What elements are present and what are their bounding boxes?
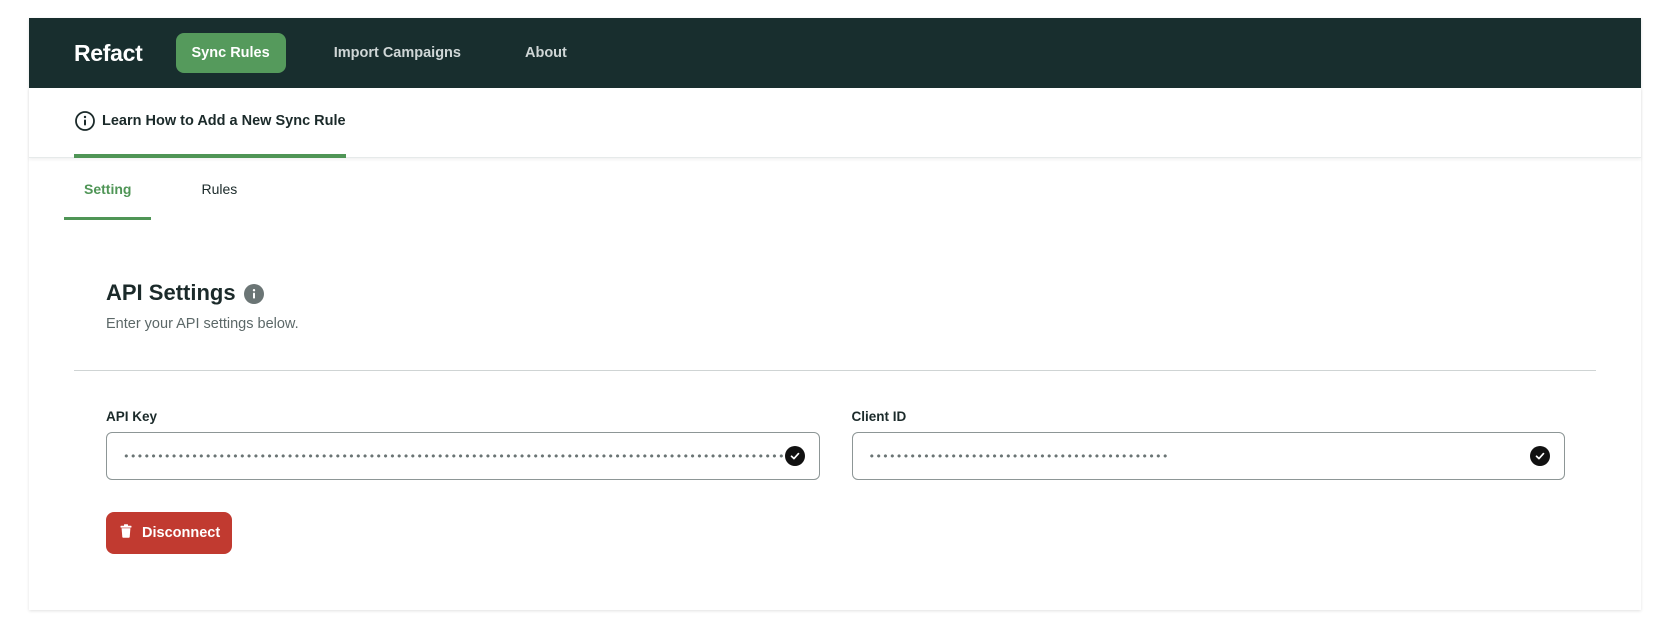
section-subtitle: Enter your API settings below.	[106, 316, 299, 332]
trash-icon	[120, 524, 132, 542]
client-id-input-wrapper	[851, 432, 1565, 480]
nav-item-import-campaigns[interactable]: Import Campaigns	[318, 33, 477, 73]
nav-item-about[interactable]: About	[509, 33, 583, 73]
learn-bar: Learn How to Add a New Sync Rule	[29, 88, 1641, 158]
info-circle-icon	[74, 110, 96, 132]
top-navigation: Refact Sync Rules Import Campaigns About	[29, 18, 1641, 88]
client-id-input[interactable]	[868, 433, 1530, 479]
section-title-row: API Settings	[106, 280, 1641, 306]
nav-item-sync-rules[interactable]: Sync Rules	[175, 33, 286, 73]
client-id-label: Client ID	[851, 409, 907, 424]
check-circle-icon	[1530, 446, 1550, 466]
tab-setting[interactable]: Setting	[64, 158, 152, 220]
api-key-label: API Key	[106, 409, 158, 424]
api-fields: API Key Client ID	[29, 371, 1641, 480]
info-icon[interactable]	[243, 284, 264, 304]
check-circle-icon	[784, 446, 805, 466]
disconnect-label: Disconnect	[142, 525, 221, 541]
learn-link-label: Learn How to Add a New Sync Rule	[102, 113, 346, 129]
api-settings-header: API Settings Enter your API settings bel…	[29, 220, 1641, 332]
brand-logo[interactable]: Refact	[74, 40, 143, 67]
tab-rules[interactable]: Rules	[181, 158, 257, 220]
section-title: API Settings	[106, 280, 236, 305]
learn-sync-rule-link[interactable]: Learn How to Add a New Sync Rule	[74, 88, 346, 158]
client-id-field-group: Client ID	[851, 409, 1565, 480]
app-window: Refact Sync Rules Import Campaigns About…	[29, 18, 1641, 610]
settings-tabs: Setting Rules	[29, 158, 1641, 220]
disconnect-button[interactable]: Disconnect	[106, 512, 233, 554]
api-key-input-wrapper	[106, 432, 820, 480]
api-key-input[interactable]	[123, 433, 785, 479]
api-key-field-group: API Key	[106, 409, 820, 480]
